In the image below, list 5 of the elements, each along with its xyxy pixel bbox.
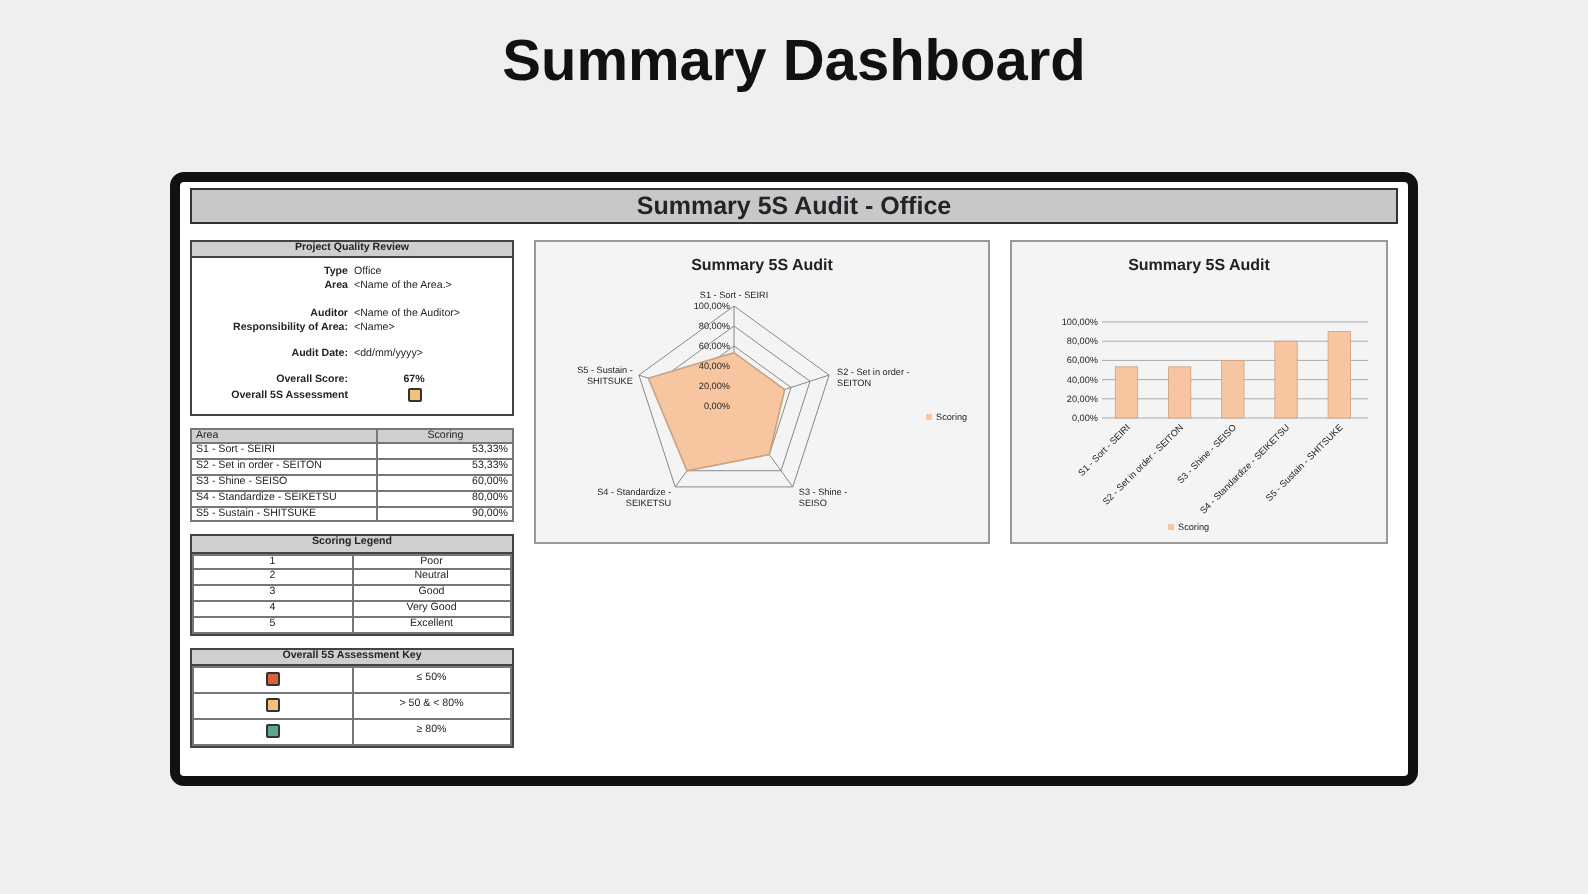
page-title: Summary Dashboard: [500, 28, 1088, 98]
report-title: Summary 5S Audit - Office: [190, 188, 1398, 224]
chart-title: Summary 5S Audit: [691, 256, 833, 274]
radar-area-drawing: [647, 351, 786, 472]
chart-title: Summary 5S Audit: [1128, 256, 1270, 274]
